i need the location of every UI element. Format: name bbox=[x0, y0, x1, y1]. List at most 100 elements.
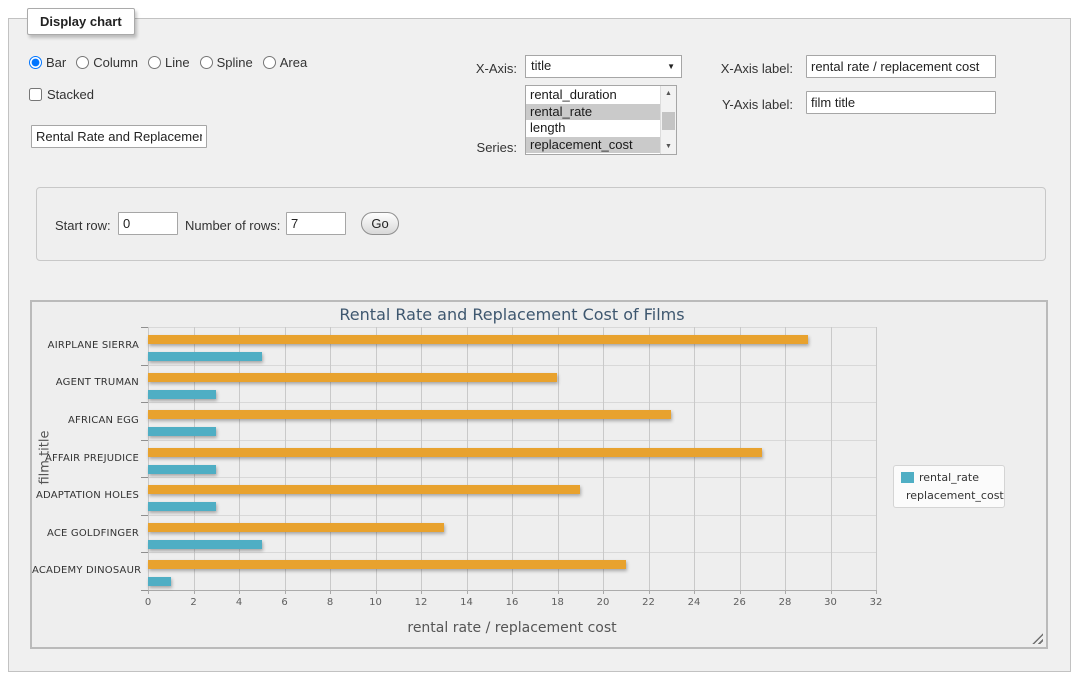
v-gridline bbox=[876, 327, 877, 590]
listbox-scrollbar[interactable]: ▲ ▼ bbox=[660, 86, 676, 154]
stacked-option[interactable]: Stacked bbox=[29, 87, 94, 102]
x-axis-select[interactable]: title ▼ bbox=[525, 55, 682, 78]
chart-type-area[interactable]: Area bbox=[263, 55, 307, 70]
bar-rental_rate[interactable] bbox=[148, 502, 216, 511]
bar-replacement_cost[interactable] bbox=[148, 335, 808, 344]
bar-rental_rate[interactable] bbox=[148, 427, 216, 436]
y-axis-label-input[interactable] bbox=[806, 91, 996, 114]
x-tick-label: 18 bbox=[543, 597, 573, 608]
number-of-rows-input[interactable] bbox=[286, 212, 346, 235]
bar-rental_rate[interactable] bbox=[148, 540, 262, 549]
v-gridline bbox=[831, 327, 832, 590]
chart-type-column-radio[interactable] bbox=[76, 56, 89, 69]
legend-item[interactable]: replacement_cost bbox=[901, 489, 997, 502]
v-gridline bbox=[285, 327, 286, 590]
y-axis-tick bbox=[141, 365, 148, 366]
category-label: AFFAIR PREJUDICE bbox=[32, 453, 139, 464]
chart-plot-area: Rental Rate and Replacement Cost of Film… bbox=[32, 302, 1046, 647]
bar-replacement_cost[interactable] bbox=[148, 410, 671, 419]
bar-replacement_cost[interactable] bbox=[148, 448, 762, 457]
go-button[interactable]: Go bbox=[361, 212, 399, 235]
chart-type-group: Bar Column Line Spline Area bbox=[29, 55, 307, 70]
series-option[interactable]: rental_rate bbox=[526, 104, 660, 121]
chart-type-line[interactable]: Line bbox=[148, 55, 190, 70]
x-tick-label: 20 bbox=[588, 597, 618, 608]
start-row-input[interactable] bbox=[118, 212, 178, 235]
chart-type-bar[interactable]: Bar bbox=[29, 55, 66, 70]
scroll-up-icon[interactable]: ▲ bbox=[661, 86, 676, 101]
y-axis-tick bbox=[141, 515, 148, 516]
x-tick-label: 6 bbox=[270, 597, 300, 608]
x-axis-select-label: X-Axis: bbox=[455, 61, 517, 76]
x-tick-label: 4 bbox=[224, 597, 254, 608]
chart-title-input[interactable] bbox=[31, 125, 207, 148]
chart-type-line-radio[interactable] bbox=[148, 56, 161, 69]
x-tick-label: 12 bbox=[406, 597, 436, 608]
x-axis-line bbox=[148, 590, 876, 591]
bar-rental_rate[interactable] bbox=[148, 465, 216, 474]
chart-legend: rental_rate replacement_cost bbox=[893, 465, 1005, 508]
v-gridline bbox=[239, 327, 240, 590]
v-gridline bbox=[148, 327, 149, 590]
stacked-checkbox[interactable] bbox=[29, 88, 42, 101]
v-gridline bbox=[421, 327, 422, 590]
category-label: AGENT TRUMAN bbox=[32, 377, 139, 388]
v-gridline bbox=[376, 327, 377, 590]
scrollbar-thumb[interactable] bbox=[662, 112, 675, 130]
x-axis-selected-value: title bbox=[531, 58, 551, 73]
bar-rental_rate[interactable] bbox=[148, 390, 216, 399]
v-gridline bbox=[512, 327, 513, 590]
scroll-down-icon[interactable]: ▼ bbox=[661, 139, 676, 154]
legend-label: rental_rate bbox=[919, 471, 979, 484]
panel-legend: Display chart bbox=[27, 8, 135, 35]
y-axis-tick bbox=[141, 477, 148, 478]
x-tick-label: 24 bbox=[679, 597, 709, 608]
category-label: AIRPLANE SIERRA bbox=[32, 340, 139, 351]
v-gridline bbox=[649, 327, 650, 590]
chart-container: Rental Rate and Replacement Cost of Film… bbox=[30, 300, 1048, 649]
x-tick-label: 30 bbox=[816, 597, 846, 608]
x-tick-label: 16 bbox=[497, 597, 527, 608]
bar-replacement_cost[interactable] bbox=[148, 373, 557, 382]
y-axis-tick bbox=[141, 552, 148, 553]
x-axis-tick bbox=[876, 590, 877, 594]
legend-swatch bbox=[901, 472, 914, 483]
chart-type-bar-radio[interactable] bbox=[29, 56, 42, 69]
x-axis-label-input[interactable] bbox=[806, 55, 996, 78]
bar-rental_rate[interactable] bbox=[148, 577, 171, 586]
v-gridline bbox=[694, 327, 695, 590]
series-options: rental_durationrental_ratelengthreplacem… bbox=[526, 87, 660, 153]
chart-type-spline[interactable]: Spline bbox=[200, 55, 253, 70]
v-gridline bbox=[467, 327, 468, 590]
page: Display chart Bar Column Line Spline Are… bbox=[0, 0, 1081, 681]
bar-replacement_cost[interactable] bbox=[148, 560, 626, 569]
v-gridline bbox=[558, 327, 559, 590]
x-axis-label-field-label: X-Axis label: bbox=[700, 61, 793, 76]
bar-replacement_cost[interactable] bbox=[148, 485, 580, 494]
category-label: AFRICAN EGG bbox=[32, 415, 139, 426]
series-option[interactable]: length bbox=[526, 120, 660, 137]
chart-type-spline-radio[interactable] bbox=[200, 56, 213, 69]
bar-rental_rate[interactable] bbox=[148, 352, 262, 361]
legend-item[interactable]: rental_rate bbox=[901, 471, 997, 484]
chart-type-area-radio[interactable] bbox=[263, 56, 276, 69]
series-option[interactable]: replacement_cost bbox=[526, 137, 660, 154]
x-tick-label: 0 bbox=[133, 597, 163, 608]
series-listbox[interactable]: rental_durationrental_ratelengthreplacem… bbox=[525, 85, 677, 155]
y-axis-tick bbox=[141, 440, 148, 441]
x-tick-label: 14 bbox=[452, 597, 482, 608]
v-gridline bbox=[330, 327, 331, 590]
bar-replacement_cost[interactable] bbox=[148, 523, 444, 532]
v-gridline bbox=[194, 327, 195, 590]
start-row-label: Start row: bbox=[55, 218, 111, 233]
number-of-rows-label: Number of rows: bbox=[185, 218, 280, 233]
y-axis-tick bbox=[141, 327, 148, 328]
series-listbox-label: Series: bbox=[455, 140, 517, 155]
resize-handle-icon[interactable] bbox=[1032, 633, 1043, 644]
chart-type-column[interactable]: Column bbox=[76, 55, 138, 70]
x-tick-label: 2 bbox=[179, 597, 209, 608]
y-axis-label-field-label: Y-Axis label: bbox=[700, 97, 793, 112]
series-option[interactable]: rental_duration bbox=[526, 87, 660, 104]
x-tick-label: 22 bbox=[634, 597, 664, 608]
chart-title: Rental Rate and Replacement Cost of Film… bbox=[148, 305, 876, 324]
